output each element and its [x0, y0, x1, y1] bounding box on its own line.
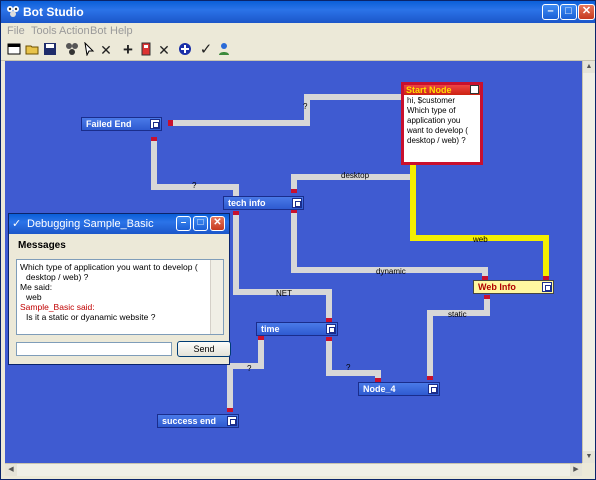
edge-time-node4: [326, 337, 381, 381]
edge-time-success: [227, 336, 264, 412]
message-line: web: [26, 292, 42, 302]
node-success-end-menu-icon[interactable]: [227, 416, 237, 426]
node-icon[interactable]: [138, 42, 154, 58]
arrow-node4: [427, 376, 433, 380]
node-time[interactable]: time: [256, 322, 338, 336]
messages-scrollbar[interactable]: [210, 260, 223, 334]
scroll-left-icon[interactable]: ◀: [5, 464, 17, 476]
edge-label-dynamic: dynamic: [376, 267, 406, 276]
edge-start-failed: [172, 94, 401, 126]
debug-close-button[interactable]: ✕: [210, 216, 225, 231]
check-icon[interactable]: ✓: [198, 42, 214, 58]
scroll-up-icon[interactable]: ▲: [583, 61, 595, 73]
node-failed-end-label: Failed End: [86, 119, 132, 129]
vertical-scrollbar[interactable]: ▲ ▼: [582, 61, 595, 463]
title-bar[interactable]: Bot Studio – □ ✕: [1, 1, 595, 23]
toolbar: ✕ + ✕ ✓: [1, 40, 595, 61]
node-success-end[interactable]: success end: [157, 414, 239, 428]
menu-help[interactable]: Help: [110, 25, 133, 37]
message-input[interactable]: [16, 342, 172, 356]
node-tech-info[interactable]: tech info: [223, 196, 304, 210]
start-node-menu-icon[interactable]: [470, 85, 479, 94]
edge-label-q1: ?: [303, 102, 308, 111]
message-line: desktop / web) ?: [26, 272, 89, 282]
bot-icon[interactable]: [64, 42, 80, 58]
debug-title-bar[interactable]: ✓ Debugging Sample_Basic – □ ✕: [9, 214, 229, 234]
edge-label-static: static: [448, 310, 467, 319]
messages-label: Messages: [18, 240, 66, 251]
cursor-icon[interactable]: [82, 41, 98, 58]
open-icon[interactable]: [24, 42, 40, 58]
close-button[interactable]: ✕: [578, 4, 595, 20]
edge-tech-time: [233, 211, 332, 321]
arrow-success: [227, 408, 233, 412]
node-web-info[interactable]: Web Info: [473, 280, 554, 294]
debug-title: Debugging Sample_Basic: [27, 218, 154, 230]
start-node-text: hi, $customer Which type of application …: [407, 96, 468, 145]
node-tech-info-label: tech info: [228, 198, 266, 208]
maximize-button[interactable]: □: [560, 4, 577, 20]
node-failed-end[interactable]: Failed End: [81, 117, 162, 131]
edge-failed-tech: [151, 137, 239, 203]
menu-action[interactable]: Action: [59, 25, 90, 37]
window-title: Bot Studio: [23, 5, 84, 19]
arrow-tech-out: [233, 211, 239, 215]
menu-file[interactable]: File: [7, 25, 25, 37]
edge-label-q4: ?: [346, 363, 351, 372]
edge-label-q2: ?: [192, 181, 197, 190]
remove-node-icon[interactable]: ✕: [156, 42, 172, 58]
start-node-title: Start Node: [406, 85, 452, 95]
add-node-icon[interactable]: +: [120, 41, 136, 58]
node-success-end-label: success end: [162, 416, 217, 426]
debug-maximize-button[interactable]: □: [193, 216, 208, 231]
debug-check-icon: ✓: [12, 218, 22, 230]
node-time-menu-icon[interactable]: [326, 324, 336, 334]
scroll-down-icon[interactable]: ▼: [583, 451, 595, 463]
arrow-time-out-2: [326, 337, 332, 341]
arrow-time-out: [258, 336, 264, 340]
arrow-failed-out: [151, 137, 157, 141]
edge-label-net: NET: [276, 289, 292, 298]
message-line: Me said:: [20, 282, 53, 292]
start-node[interactable]: Start Node hi, $customer Which type of a…: [401, 82, 483, 165]
debug-minimize-button[interactable]: –: [176, 216, 191, 231]
user-icon[interactable]: [216, 42, 232, 58]
edge-label-web: web: [473, 235, 488, 244]
horizontal-scrollbar[interactable]: ◀ ▶: [5, 463, 582, 476]
node-web-info-menu-icon[interactable]: [542, 282, 552, 292]
messages-list[interactable]: Which type of application you want to de…: [16, 259, 224, 335]
scroll-right-icon[interactable]: ▶: [570, 464, 582, 476]
node-node4[interactable]: Node_4: [358, 382, 440, 396]
delete-icon[interactable]: ✕: [98, 42, 114, 58]
main-window: Bot Studio – □ ✕ File Tools Action Bot H…: [0, 0, 596, 480]
send-button[interactable]: Send: [177, 341, 231, 357]
arrow-tech-2: [291, 189, 297, 193]
node-node4-menu-icon[interactable]: [428, 384, 438, 394]
message-line: Is it a static or dyanamic website ?: [26, 312, 156, 322]
edge-webinfo-node4: [427, 295, 490, 379]
node-failed-end-menu-icon[interactable]: [150, 119, 160, 129]
node-node4-label: Node_4: [363, 384, 396, 394]
add-link-icon[interactable]: [177, 42, 193, 58]
menu-bar: File Tools Action Bot Help: [1, 23, 595, 40]
menu-tools[interactable]: Tools: [31, 25, 57, 37]
edge-start-webinfo: [410, 165, 549, 279]
app-icon: [7, 6, 19, 17]
edge-label-q3: ?: [247, 364, 252, 373]
node-tech-info-menu-icon[interactable]: [292, 198, 302, 208]
arrow-webinfo-out: [484, 295, 490, 299]
debug-window: ✓ Debugging Sample_Basic – □ ✕ Messages …: [8, 213, 231, 365]
new-icon[interactable]: [6, 42, 22, 58]
menu-bot[interactable]: Bot: [90, 25, 107, 37]
message-line: Which type of application you want to de…: [20, 262, 198, 272]
message-line: Sample_Basic said:: [20, 302, 95, 312]
save-icon[interactable]: [42, 42, 58, 58]
edge-label-desktop: desktop: [341, 171, 370, 180]
arrow-failed: [168, 120, 173, 126]
node-time-label: time: [261, 324, 280, 334]
minimize-button[interactable]: –: [542, 4, 559, 20]
node-web-info-label: Web Info: [478, 282, 516, 292]
